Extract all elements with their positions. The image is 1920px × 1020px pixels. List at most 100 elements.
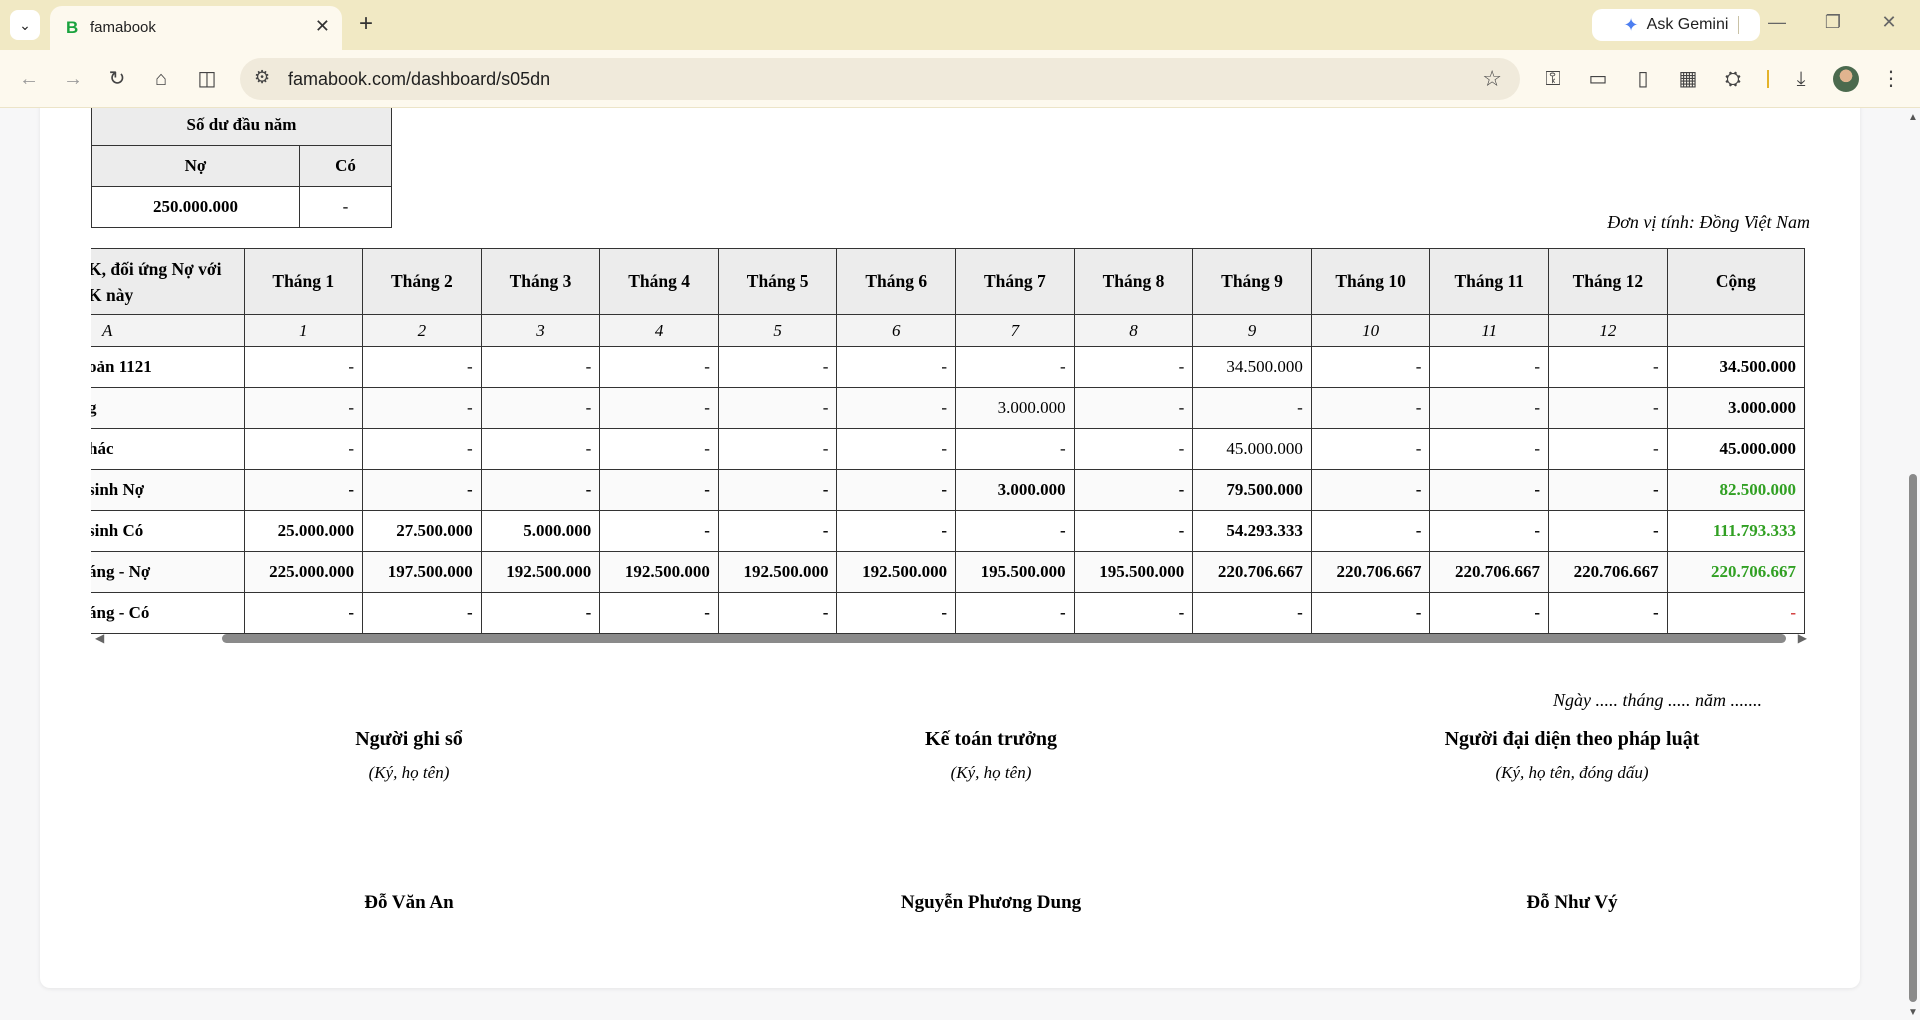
- ledger-month-value: 25.000.000: [243, 510, 364, 552]
- address-bar[interactable]: ⚙ famabook.com/dashboard/s05dn ☆: [240, 58, 1520, 100]
- scroll-down-icon[interactable]: ▼: [1908, 1007, 1918, 1018]
- ledger-month-value: -: [243, 592, 364, 634]
- ledger-row-label: sinh Nợ: [91, 469, 245, 511]
- ledger-month-value: -: [1310, 346, 1431, 388]
- famabook-favicon-icon: B: [66, 18, 79, 37]
- new-tab-icon[interactable]: +: [352, 10, 380, 38]
- column-index-row: A 1 2 3 4 5 6 7 8 9 10 11 12: [91, 314, 1806, 347]
- ledger-row: áng - Nợ 225.000.000 197.500.000 192.500.00…: [91, 551, 1806, 593]
- ledger-row-total: 34.500.000: [1666, 346, 1806, 388]
- url-text[interactable]: famabook.com/dashboard/s05dn: [288, 69, 550, 90]
- ledger-month-value: -: [599, 346, 719, 388]
- toolbar-divider: [1767, 70, 1769, 88]
- column-index-cell: 8: [1073, 314, 1194, 347]
- ledger-row: áng - Có - - - - - - - - - - - - -: [91, 592, 1806, 634]
- payment-card-icon[interactable]: ▭: [1585, 66, 1611, 92]
- ledger-row-total: 82.500.000: [1666, 469, 1806, 511]
- page-viewport: Số dư đầu năm Nợ Có 250.000.000 - Đơn vị…: [0, 108, 1906, 1020]
- ledger-month-value: -: [1073, 346, 1194, 388]
- ledger-month-value: -: [243, 428, 364, 470]
- reload-icon[interactable]: ↻: [104, 66, 130, 92]
- forward-icon[interactable]: →: [60, 66, 86, 92]
- reading-mode-icon[interactable]: ▯: [1630, 66, 1656, 92]
- ledger-month-value: 195.500.000: [1073, 551, 1194, 593]
- tab-search-icon[interactable]: ⌄: [10, 10, 40, 40]
- horizontal-scroll-thumb[interactable]: [222, 634, 1786, 643]
- ledger-month-value: -: [1192, 387, 1312, 429]
- opening-balance-credit-header: Có: [299, 145, 392, 187]
- ledger-row-label: g: [91, 387, 245, 429]
- scroll-right-icon[interactable]: ▶: [1798, 631, 1807, 646]
- currency-unit-label: Đơn vị tính: Đồng Việt Nam: [1607, 212, 1810, 232]
- minimize-icon[interactable]: —: [1762, 12, 1792, 33]
- scroll-left-icon[interactable]: ◀: [95, 631, 104, 646]
- ledger-month-value: -: [717, 346, 838, 388]
- column-index-cell: 10: [1310, 314, 1431, 347]
- ledger-month-value: 220.706.667: [1192, 551, 1312, 593]
- ledger-month-value: 225.000.000: [243, 551, 364, 593]
- signature-note: (Ký, họ tên): [368, 763, 450, 782]
- horizontal-scrollbar[interactable]: ◀ ▶: [91, 631, 1809, 645]
- ledger-month-value: -: [1073, 387, 1194, 429]
- ledger-month-value: -: [1429, 428, 1550, 470]
- ledger-row-total: 220.706.667: [1666, 551, 1806, 593]
- header-month-8: Tháng 8: [1073, 248, 1194, 315]
- ledger-table-scroll-area[interactable]: K, đối ứng Nợ với K này Tháng 1 Tháng 2 …: [91, 248, 1809, 638]
- ledger-month-value: -: [955, 510, 1075, 552]
- ledger-month-value: -: [1310, 469, 1431, 511]
- ledger-month-value: 220.706.667: [1429, 551, 1550, 593]
- ledger-month-value: -: [1073, 592, 1194, 634]
- ledger-month-value: -: [717, 387, 838, 429]
- header-month-7: Tháng 7: [955, 248, 1075, 315]
- header-month-11: Tháng 11: [1429, 248, 1550, 315]
- ledger-month-value: -: [480, 469, 601, 511]
- restore-icon[interactable]: ❐: [1818, 12, 1848, 33]
- ledger-month-value: 197.500.000: [362, 551, 482, 593]
- ledger-month-value: -: [480, 387, 601, 429]
- ledger-month-value: -: [1548, 346, 1668, 388]
- active-tab[interactable]: B famabook ✕: [50, 6, 342, 50]
- ledger-row: sinh Nợ - - - - - -3.000.000-79.500.000- - -82.5…: [91, 469, 1806, 511]
- ledger-month-value: 220.706.667: [1548, 551, 1668, 593]
- ask-gemini-button[interactable]: ✦ Ask Gemini: [1592, 9, 1760, 41]
- ledger-row-label: áng - Có: [91, 592, 245, 634]
- back-icon[interactable]: ←: [16, 66, 42, 92]
- split-view-icon[interactable]: ◫: [194, 66, 220, 92]
- ledger-row-total: 3.000.000: [1666, 387, 1806, 429]
- ledger-month-value: -: [599, 592, 719, 634]
- signature-note: (Ký, họ tên, đóng dấu): [1495, 763, 1649, 782]
- incognito-icon[interactable]: ⛭: [1720, 66, 1746, 92]
- ledger-month-value: -: [599, 510, 719, 552]
- ledger-row: sinh Có 25.000.000 27.500.000 5.000.000- - - -…: [91, 510, 1806, 552]
- site-info-icon[interactable]: ⚙: [254, 67, 270, 88]
- ledger-month-value: 79.500.000: [1192, 469, 1312, 511]
- ledger-month-value: -: [1073, 428, 1194, 470]
- ledger-month-value: -: [836, 387, 957, 429]
- bookmark-star-icon[interactable]: ☆: [1482, 66, 1502, 92]
- vertical-scrollbar[interactable]: ▲ ▼: [1906, 108, 1920, 1020]
- home-icon[interactable]: ⌂: [148, 66, 174, 92]
- password-key-icon[interactable]: ⚿: [1540, 66, 1566, 92]
- close-window-icon[interactable]: ✕: [1874, 12, 1904, 33]
- download-icon[interactable]: ⤓: [1788, 66, 1814, 92]
- ledger-month-value: -: [362, 387, 482, 429]
- scroll-up-icon[interactable]: ▲: [1908, 112, 1918, 123]
- signature-bookkeeper: Người ghi sổ (Ký, họ tên) Đỗ Văn An: [199, 728, 619, 913]
- ledger-table: K, đối ứng Nợ với K này Tháng 1 Tháng 2 …: [91, 248, 1806, 634]
- tab-layout-icon[interactable]: ▦: [1675, 66, 1701, 92]
- column-index-cell: 7: [955, 314, 1075, 347]
- close-tab-icon[interactable]: ✕: [315, 16, 330, 37]
- more-menu-icon[interactable]: ⋮: [1878, 66, 1904, 92]
- header-account-line1: K, đối ứng Nợ với: [91, 258, 222, 279]
- signature-chief-accountant: Kế toán trưởng (Ký, họ tên) Nguyễn Phươn…: [781, 728, 1201, 913]
- vertical-scroll-thumb[interactable]: [1909, 474, 1917, 1002]
- header-month-5: Tháng 5: [717, 248, 838, 315]
- ledger-month-value: -: [362, 346, 482, 388]
- ledger-row-total: 111.793.333: [1666, 510, 1806, 552]
- ledger-month-value: -: [1429, 387, 1550, 429]
- ledger-month-value: -: [836, 346, 957, 388]
- ledger-month-value: -: [480, 592, 601, 634]
- profile-avatar[interactable]: [1833, 66, 1859, 92]
- ledger-month-value: -: [362, 592, 482, 634]
- ledger-month-value: 195.500.000: [955, 551, 1075, 593]
